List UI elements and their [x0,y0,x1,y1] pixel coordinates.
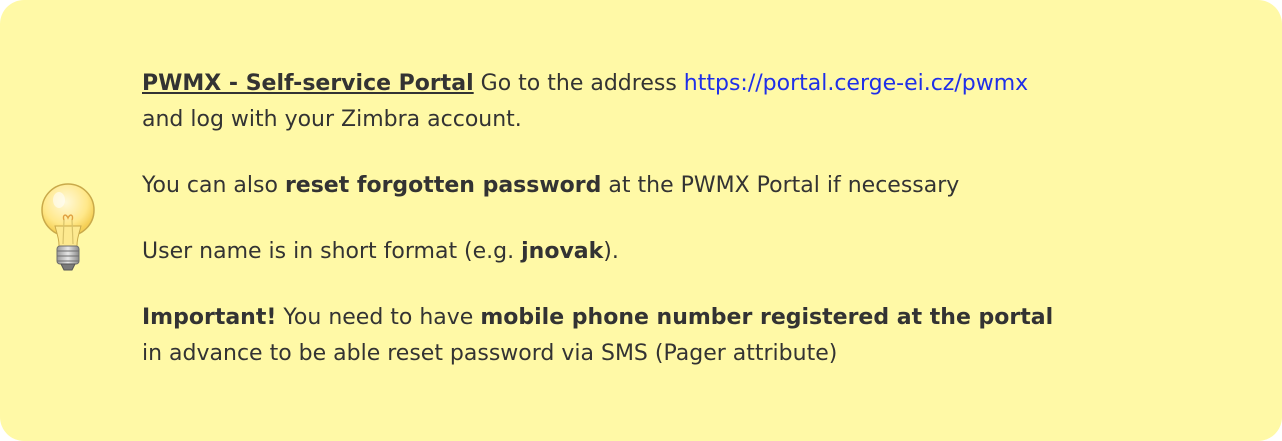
portal-login-text: and log with your Zimbra account. [142,107,522,132]
important-text-after: in advance to be able reset password via… [142,341,838,366]
lightbulb-icon [41,183,95,271]
reset-text-after: at the PWMX Portal if necessary [601,173,960,198]
paragraph-reset: You can also reset forgotten password at… [142,168,1252,204]
paragraph-username: User name is in short format (e.g. jnova… [142,234,1252,270]
portal-link[interactable]: https://portal.cerge-ei.cz/pwmx [684,71,1028,96]
username-text-before: User name is in short format (e.g. [142,239,522,264]
reset-bold-text: reset forgotten password [284,173,602,198]
portal-title: PWMX - Self-service Portal [142,71,474,96]
tip-note: PWMX - Self-service Portal Go to the add… [0,0,1282,441]
paragraph-important: Important! You need to have mobile phone… [142,300,1252,372]
note-content: PWMX - Self-service Portal Go to the add… [142,66,1252,372]
important-text-middle: You need to have [276,305,481,330]
username-example: jnovak [521,239,604,264]
username-text-after: ). [603,239,619,264]
mobile-requirement: mobile phone number registered at the po… [480,305,1054,330]
important-label: Important! [142,305,277,330]
portal-intro-text: Go to the address [473,71,684,96]
reset-text-before: You can also [142,173,285,198]
paragraph-portal: PWMX - Self-service Portal Go to the add… [142,66,1252,138]
